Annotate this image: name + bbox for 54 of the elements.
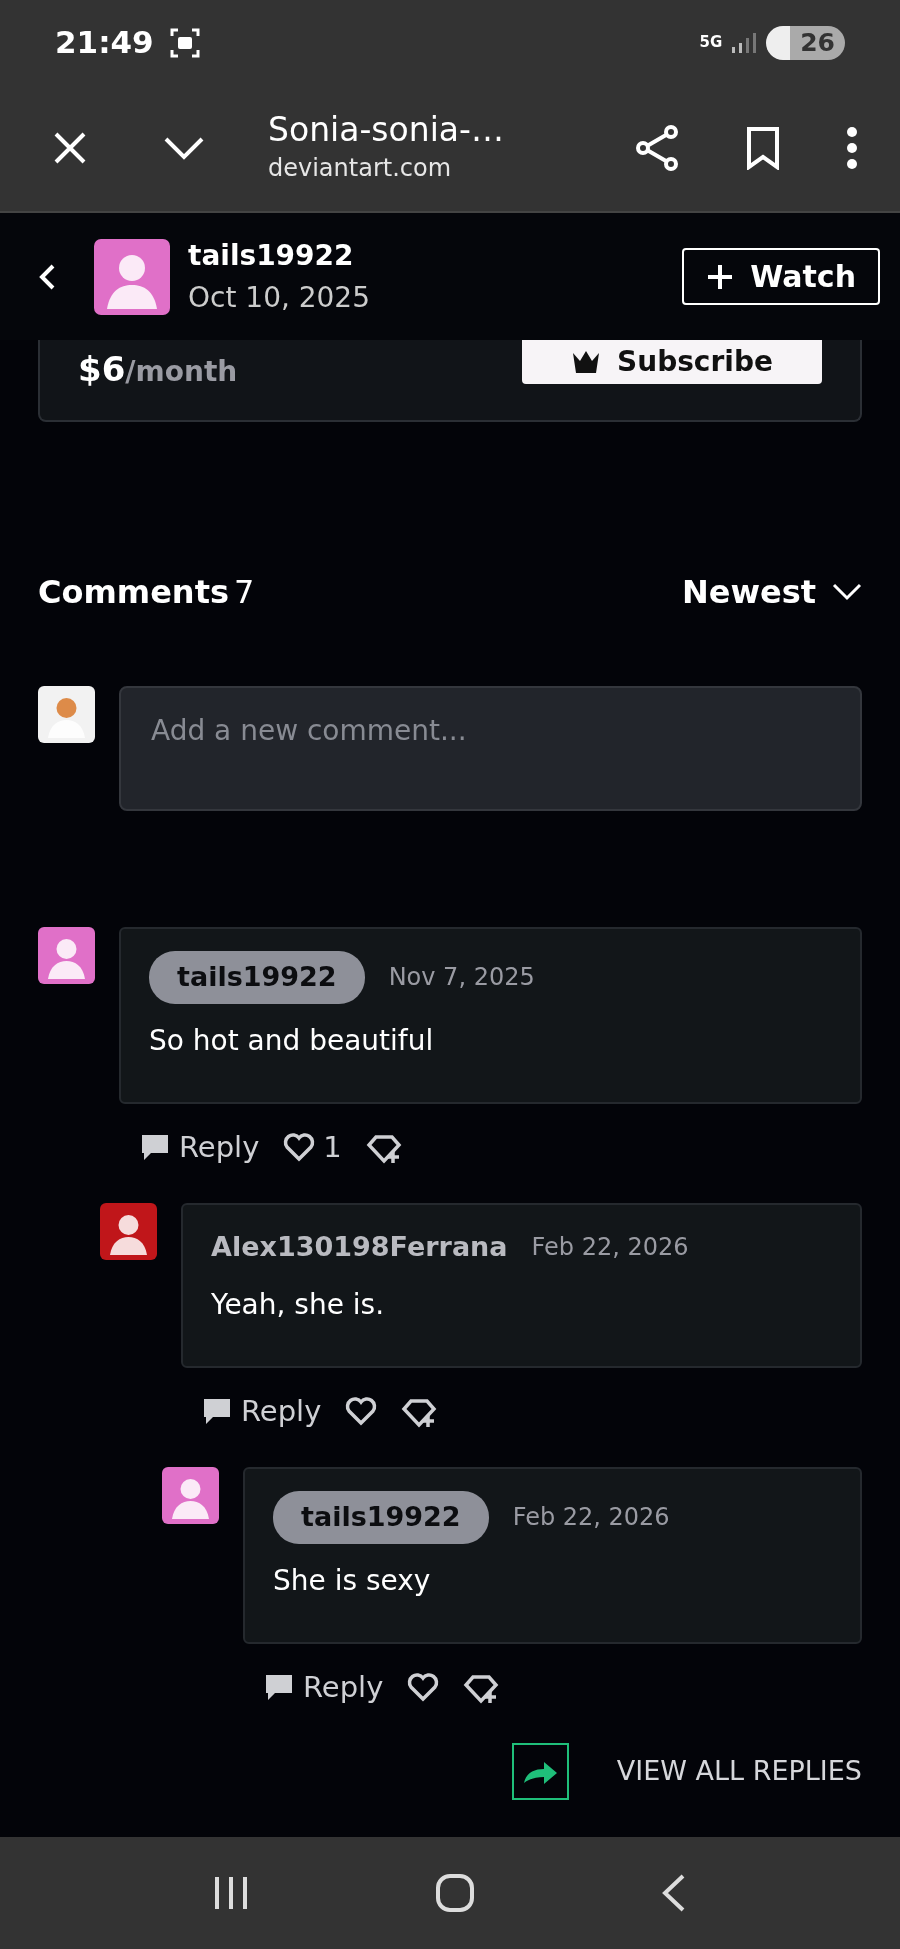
- bookmark-button[interactable]: [746, 126, 780, 170]
- comment-date: Feb 22, 2026: [531, 1232, 689, 1264]
- plus-icon: [706, 262, 735, 291]
- comment-count: 7: [234, 573, 255, 611]
- clock: 21:49: [55, 23, 154, 63]
- back-button[interactable]: [38, 262, 56, 291]
- back-icon: [661, 1873, 687, 1913]
- home-icon: [435, 1873, 475, 1913]
- sort-dropdown[interactable]: Newest: [681, 568, 862, 616]
- page-title: Sonia-sonia-…: [268, 110, 504, 150]
- network-label: 5G: [699, 32, 723, 54]
- like-button[interactable]: 1: [283, 1125, 342, 1169]
- avatar: [38, 686, 95, 743]
- author-name[interactable]: tails19922: [149, 951, 365, 1004]
- more-button[interactable]: [846, 126, 858, 170]
- battery-indicator: 26: [766, 25, 845, 60]
- back-button[interactable]: [661, 1873, 687, 1913]
- crown-icon: [571, 349, 602, 375]
- author-name[interactable]: tails19922: [273, 1491, 489, 1544]
- watch-button[interactable]: Watch: [682, 248, 880, 305]
- heart-icon: [283, 1132, 316, 1163]
- home-button[interactable]: [435, 1873, 475, 1913]
- more-icon: [846, 126, 858, 170]
- comments-heading: Comments: [38, 573, 229, 611]
- share-icon: [634, 124, 680, 172]
- like-button[interactable]: [345, 1396, 378, 1427]
- chevron-down-icon: [832, 582, 862, 602]
- signal-icon: [730, 30, 759, 55]
- reply-button[interactable]: Reply: [201, 1389, 322, 1433]
- page-url: deviantart.com: [268, 152, 453, 184]
- post-date: Oct 10, 2025: [188, 279, 370, 316]
- comment-date: Nov 7, 2025: [388, 962, 535, 994]
- comment-text: She is sexy: [273, 1562, 432, 1599]
- heart-icon: [407, 1672, 440, 1703]
- like-button[interactable]: [407, 1672, 440, 1703]
- back-icon: [38, 262, 56, 291]
- view-all-replies-link[interactable]: VIEW ALL REPLIES: [511, 1743, 862, 1800]
- reply-button[interactable]: Reply: [263, 1665, 384, 1709]
- price: $6: [78, 349, 126, 389]
- share-button[interactable]: [634, 124, 680, 172]
- comment-text: Yeah, she is.: [211, 1286, 386, 1323]
- heart-icon: [345, 1396, 378, 1427]
- comment-input[interactable]: Add a new comment...: [119, 686, 862, 811]
- subscribe-button[interactable]: Subscribe: [522, 340, 822, 384]
- gem-plus-icon: [401, 1396, 438, 1429]
- comment-text: So hot and beautiful: [149, 1022, 435, 1059]
- billing-period: /month: [125, 355, 238, 388]
- comment-date: Feb 22, 2026: [512, 1502, 670, 1534]
- author-name[interactable]: Alex130198Ferrana: [211, 1227, 508, 1268]
- reply-button[interactable]: Reply: [139, 1125, 260, 1169]
- gem-plus-icon: [463, 1672, 500, 1705]
- author-name[interactable]: tails19922: [188, 234, 370, 277]
- gem-plus-icon: [365, 1132, 402, 1165]
- bookmark-icon: [746, 126, 780, 170]
